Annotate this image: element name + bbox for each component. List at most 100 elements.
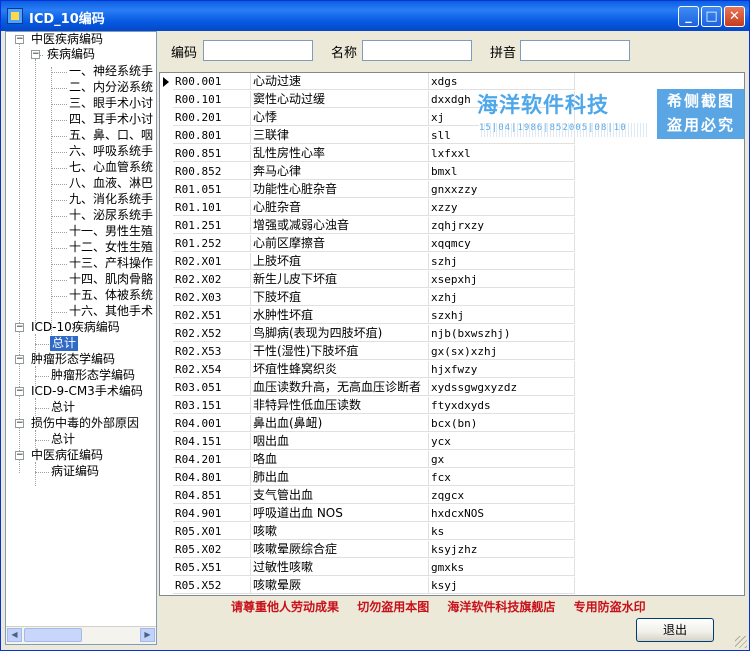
cell-code[interactable]: R01.101: [173, 199, 251, 216]
tree-node[interactable]: 十、泌尿系统手: [69, 208, 153, 223]
tree-node[interactable]: 十三、产科操作: [69, 256, 153, 271]
cell-code[interactable]: R00.851: [173, 145, 251, 162]
tree-toggle-icd10[interactable]: −: [15, 323, 24, 332]
cell-name[interactable]: 咽出血: [251, 433, 429, 450]
tree-node[interactable]: 十五、体被系统: [69, 288, 153, 303]
tree-node[interactable]: 八、血液、淋巴: [69, 176, 153, 191]
cell-name[interactable]: 心悸: [251, 109, 429, 126]
table-row[interactable]: R05.X01 咳嗽 ks: [173, 523, 576, 540]
cell-code[interactable]: R01.251: [173, 217, 251, 234]
tree-node[interactable]: 十二、女性生殖: [69, 240, 153, 255]
cell-name[interactable]: 鼻出血(鼻衄): [251, 415, 429, 432]
cell-name[interactable]: 窦性心动过缓: [251, 91, 429, 108]
tree-node[interactable]: 中医疾病编码: [31, 32, 103, 47]
cell-py[interactable]: ks: [429, 523, 575, 540]
cell-py[interactable]: xqqmcy: [429, 235, 575, 252]
table-row[interactable]: R03.151 非特异性低血压读数 ftyxdxyds: [173, 397, 576, 414]
cell-py[interactable]: xzzy: [429, 199, 575, 216]
cell-name[interactable]: 鸟脚病(表现为四肢坏疽): [251, 325, 429, 342]
cell-code[interactable]: R02.X54: [173, 361, 251, 378]
cell-name[interactable]: 水肿性坏疽: [251, 307, 429, 324]
cell-name[interactable]: 咳嗽晕厥综合症: [251, 541, 429, 558]
cell-name[interactable]: 咯血: [251, 451, 429, 468]
cell-py[interactable]: szhj: [429, 253, 575, 270]
table-row[interactable]: R02.X54 坏疽性蜂窝织炎 hjxfwzy: [173, 361, 576, 378]
cell-code[interactable]: R03.151: [173, 397, 251, 414]
table-row[interactable]: R04.801 肺出血 fcx: [173, 469, 576, 486]
cell-py[interactable]: hjxfwzy: [429, 361, 575, 378]
table-row[interactable]: R04.001 鼻出血(鼻衄) bcx(bn): [173, 415, 576, 432]
scroll-right-arrow-icon[interactable]: ▶: [140, 628, 155, 642]
cell-code[interactable]: R00.852: [173, 163, 251, 180]
cell-name[interactable]: 心脏杂音: [251, 199, 429, 216]
tree-node[interactable]: 总计: [51, 400, 75, 415]
tree-node[interactable]: 十四、肌肉骨骼: [69, 272, 153, 287]
table-row[interactable]: R01.051 功能性心脏杂音 gnxxzzy: [173, 181, 576, 198]
cell-py[interactable]: zqgcx: [429, 487, 575, 504]
tree-toggle-zhongyi-jibing[interactable]: −: [15, 35, 24, 44]
table-row[interactable]: R02.X01 上肢坏疽 szhj: [173, 253, 576, 270]
tree-node[interactable]: ICD-9-CM3手术编码: [31, 384, 143, 399]
exit-button[interactable]: 退出: [636, 618, 714, 642]
cell-name[interactable]: 非特异性低血压读数: [251, 397, 429, 414]
cell-code[interactable]: R03.051: [173, 379, 251, 396]
table-row[interactable]: R04.851 支气管出血 zqgcx: [173, 487, 576, 504]
cell-py[interactable]: ksyjzhz: [429, 541, 575, 558]
resize-grip-icon[interactable]: [735, 636, 747, 648]
cell-name[interactable]: 肺出血: [251, 469, 429, 486]
cell-code[interactable]: R00.201: [173, 109, 251, 126]
cell-name[interactable]: 心前区摩擦音: [251, 235, 429, 252]
cell-py[interactable]: ksyj: [429, 577, 575, 594]
tree-node[interactable]: ICD-10疾病编码: [31, 320, 120, 335]
cell-code[interactable]: R02.X53: [173, 343, 251, 360]
table-row[interactable]: R04.151 咽出血 ycx: [173, 433, 576, 450]
table-row[interactable]: R01.251 增强或减弱心浊音 zqhjrxzy: [173, 217, 576, 234]
cell-code[interactable]: R05.X51: [173, 559, 251, 576]
cell-name[interactable]: 增强或减弱心浊音: [251, 217, 429, 234]
scroll-thumb[interactable]: [24, 628, 82, 642]
cell-name[interactable]: 血压读数升高，无高血压诊断者: [251, 379, 429, 396]
cell-py[interactable]: xydssgwgxyzdz: [429, 379, 575, 396]
tree-node[interactable]: 九、消化系统手: [69, 192, 153, 207]
cell-name[interactable]: 过敏性咳嗽: [251, 559, 429, 576]
cell-py[interactable]: gx(sx)xzhj: [429, 343, 575, 360]
table-row[interactable]: R04.901 呼吸道出血 NOS hxdcxNOS: [173, 505, 576, 522]
table-row[interactable]: R05.X51 过敏性咳嗽 gmxks: [173, 559, 576, 576]
cell-name[interactable]: 干性(湿性)下肢坏疽: [251, 343, 429, 360]
tree-node[interactable]: 肿瘤形态学编码: [51, 368, 135, 383]
table-row[interactable]: R01.252 心前区摩擦音 xqqmcy: [173, 235, 576, 252]
tree-node[interactable]: 三、眼手术小讨: [69, 96, 153, 111]
cell-py[interactable]: ftyxdxyds: [429, 397, 575, 414]
cell-code[interactable]: R04.201: [173, 451, 251, 468]
cell-py[interactable]: xzhj: [429, 289, 575, 306]
cell-code[interactable]: R04.801: [173, 469, 251, 486]
tree-node[interactable]: 总计: [51, 432, 75, 447]
tree-node[interactable]: 损伤中毒的外部原因: [31, 416, 139, 431]
cell-name[interactable]: 呼吸道出血 NOS: [251, 505, 429, 522]
table-row[interactable]: R00.001 心动过速 xdgs: [173, 73, 576, 90]
cell-code[interactable]: R01.051: [173, 181, 251, 198]
cell-code[interactable]: R02.X02: [173, 271, 251, 288]
name-input[interactable]: [362, 40, 472, 61]
table-row[interactable]: R00.852 奔马心律 bmxl: [173, 163, 576, 180]
tree-node[interactable]: 五、鼻、口、咽: [69, 128, 153, 143]
cell-name[interactable]: 奔马心律: [251, 163, 429, 180]
cell-py[interactable]: zqhjrxzy: [429, 217, 575, 234]
tree-node[interactable]: 病证编码: [51, 464, 99, 479]
tree-toggle-jibing-bianma[interactable]: −: [31, 50, 40, 59]
title-bar[interactable]: ICD_10编码 _ □ ✕: [1, 1, 749, 31]
tree-node[interactable]: 十一、男性生殖: [69, 224, 153, 239]
pinyin-input[interactable]: [520, 40, 630, 61]
tree-node[interactable]: 四、耳手术小讨: [69, 112, 153, 127]
minimize-button[interactable]: _: [678, 6, 699, 27]
cell-name[interactable]: 三联律: [251, 127, 429, 144]
cell-py[interactable]: szxhj: [429, 307, 575, 324]
tree-node[interactable]: 疾病编码: [47, 47, 95, 62]
cell-py[interactable]: xdgs: [429, 73, 575, 90]
cell-name[interactable]: 下肢坏疽: [251, 289, 429, 306]
cell-code[interactable]: R00.101: [173, 91, 251, 108]
close-button[interactable]: ✕: [724, 6, 745, 27]
cell-name[interactable]: 上肢坏疽: [251, 253, 429, 270]
table-row[interactable]: R03.051 血压读数升高，无高血压诊断者 xydssgwgxyzdz: [173, 379, 576, 396]
table-row[interactable]: R02.X02 新生儿皮下坏疽 xsepxhj: [173, 271, 576, 288]
